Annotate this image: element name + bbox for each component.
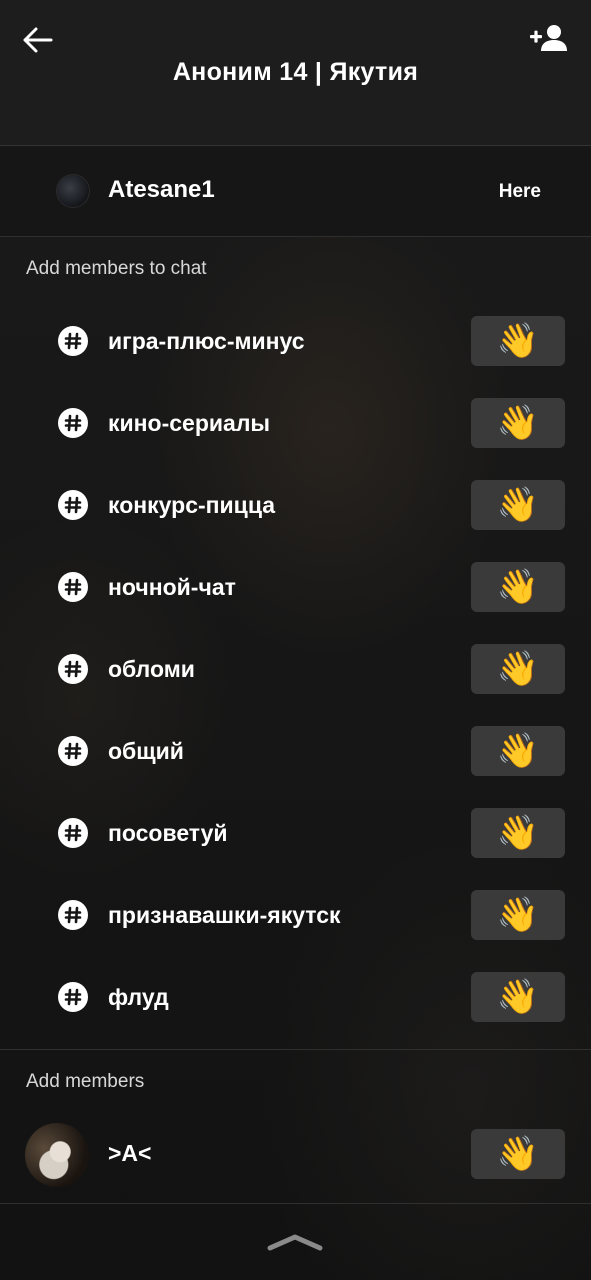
member-name: >A< (108, 1140, 152, 1166)
list-item: конкурс-пицца 👋 (0, 464, 591, 546)
hashtag-icon (58, 818, 88, 848)
divider (0, 1203, 591, 1204)
hashtag-icon (58, 572, 88, 602)
header: Аноним 14 | Якутия (0, 0, 591, 146)
channel-name: конкурс-пицца (108, 492, 276, 518)
current-member-row[interactable]: Atesane1 Here (0, 146, 591, 237)
wave-button[interactable]: 👋 (471, 480, 565, 530)
hashtag-icon (58, 900, 88, 930)
wave-button[interactable]: 👋 (471, 644, 565, 694)
channel-name: игра-плюс-минус (108, 328, 305, 354)
list-item: посоветуй 👋 (0, 792, 591, 874)
wave-button[interactable]: 👋 (471, 890, 565, 940)
avatar[interactable] (25, 1123, 89, 1187)
arrow-left-icon (23, 27, 53, 53)
hashtag-icon (58, 736, 88, 766)
avatar (56, 174, 90, 208)
wave-button[interactable]: 👋 (471, 726, 565, 776)
wave-button[interactable]: 👋 (471, 1129, 565, 1179)
channel-name: обломи (108, 656, 195, 682)
back-button[interactable] (18, 20, 58, 60)
channel-name: признавашки-якутск (108, 902, 341, 928)
list-item: обломи 👋 (0, 628, 591, 710)
channel-name: флуд (108, 984, 169, 1010)
wave-button[interactable]: 👋 (471, 808, 565, 858)
hashtag-icon (58, 490, 88, 520)
list-item: флуд 👋 (0, 956, 591, 1038)
wave-button[interactable]: 👋 (471, 316, 565, 366)
channel-name: ночной-чат (108, 574, 236, 600)
hashtag-icon (58, 982, 88, 1012)
channel-name: общий (108, 738, 184, 764)
chevron-up-icon (267, 1234, 323, 1251)
list-item: признавашки-якутск 👋 (0, 874, 591, 956)
add-user-button[interactable] (527, 18, 571, 58)
page-title: Аноним 14 | Якутия (172, 58, 419, 86)
wave-button[interactable]: 👋 (471, 398, 565, 448)
chevron-up-button[interactable] (265, 1230, 325, 1254)
section-label-add-members: Add members (26, 1071, 145, 1092)
list-item: игра-плюс-минус 👋 (0, 300, 591, 382)
hashtag-icon (58, 326, 88, 356)
hashtag-icon (58, 408, 88, 438)
add-person-icon (530, 25, 567, 51)
list-item: ночной-чат 👋 (0, 546, 591, 628)
hashtag-icon (58, 654, 88, 684)
section-label-add-members-to-chat: Add members to chat (26, 258, 207, 279)
wave-button[interactable]: 👋 (471, 562, 565, 612)
channel-list: игра-плюс-минус 👋 кино-сериалы 👋 конкурс… (0, 300, 591, 1038)
channel-name: кино-сериалы (108, 410, 271, 436)
wave-button[interactable]: 👋 (471, 972, 565, 1022)
list-item: общий 👋 (0, 710, 591, 792)
member-status: Here (498, 181, 541, 202)
list-item: кино-сериалы 👋 (0, 382, 591, 464)
channel-name: посоветуй (108, 820, 228, 846)
divider (0, 1049, 591, 1050)
member-name: Atesane1 (108, 176, 215, 203)
